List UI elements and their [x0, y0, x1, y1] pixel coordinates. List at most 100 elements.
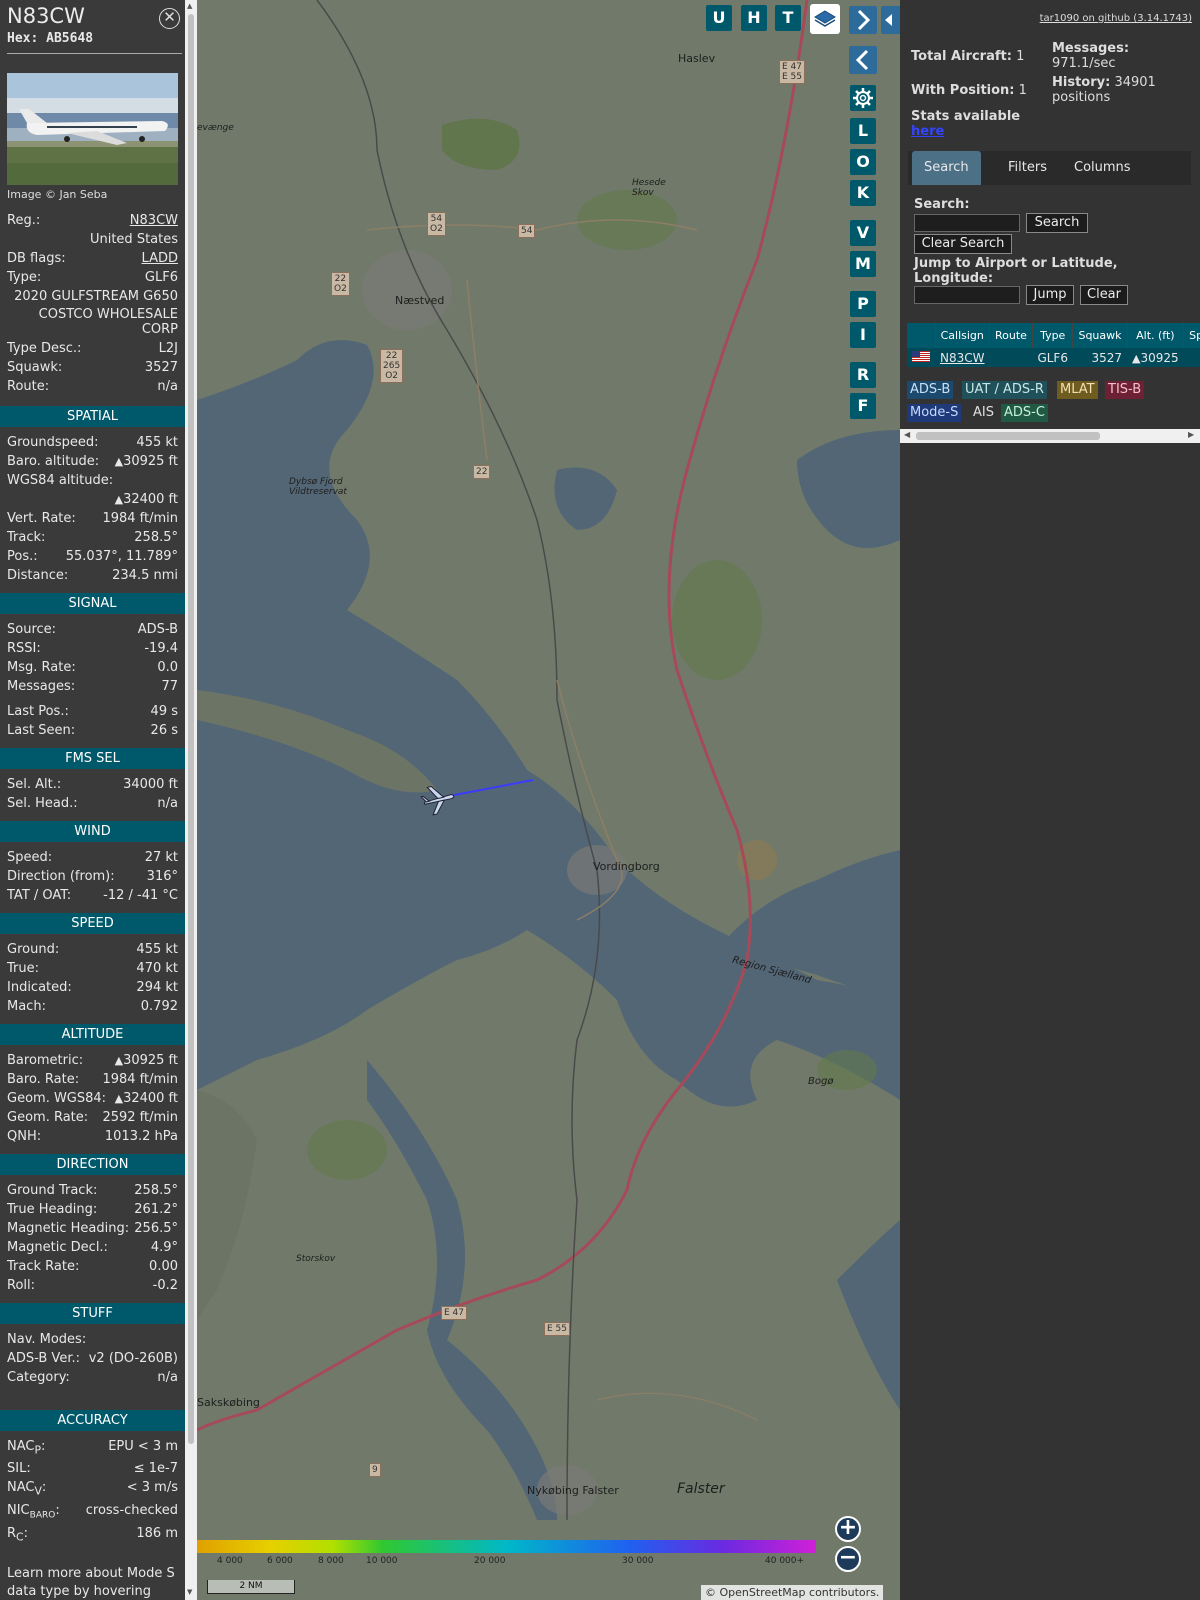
toggle-p-button[interactable]: P [850, 291, 876, 317]
jump-input[interactable] [914, 286, 1020, 304]
row-speed-ind: Indicated: 294 kt [7, 979, 178, 997]
table-row[interactable]: N83CW GLF6 3527 ▲30925 [907, 348, 1200, 367]
col-header-altitude[interactable]: Alt. (ft) [1127, 323, 1185, 348]
dbflags-link[interactable]: LADD [142, 250, 178, 268]
msgrate-value: 0.0 [157, 660, 178, 675]
jump-label: Jump to Airport or Latitude, Longitude: [914, 256, 1118, 286]
col-header-type[interactable]: Type [1032, 323, 1074, 348]
row-th: True Heading: 261.2° [7, 1201, 178, 1219]
badge-tisb[interactable]: TIS-B [1105, 381, 1145, 399]
place-label: Falster [677, 1481, 725, 1497]
search-input[interactable] [914, 214, 1020, 232]
section-speed: SPEED [0, 913, 185, 934]
split-toggle-button[interactable] [881, 6, 900, 34]
toggle-u-button[interactable]: U [706, 5, 732, 31]
hscroll-thumb[interactable] [916, 432, 1100, 440]
badge-adsc[interactable]: ADS-C [1001, 404, 1048, 422]
col-header-squawk[interactable]: Squawk [1072, 323, 1128, 348]
zoom-out-button[interactable]: − [835, 1546, 861, 1572]
total-aircraft: Total Aircraft: 1 [911, 49, 1024, 64]
badge-ais[interactable]: AIS [970, 404, 997, 422]
rssi-value: -19.4 [144, 641, 178, 656]
scroll-thumb[interactable] [188, 14, 194, 1444]
row-wgs-label: WGS84 altitude: [7, 472, 178, 490]
row-rc: RC: 186 m [7, 1525, 178, 1544]
toggle-v-button[interactable]: V [850, 220, 876, 246]
row-alt-geom-rate: Geom. Rate: 2592 ft/min [7, 1109, 178, 1127]
row-pos: Pos.: 55.037°, 11.789° [7, 548, 178, 566]
alt-baro-label: Barometric: [7, 1053, 84, 1068]
rc-label-text: R [7, 1526, 17, 1541]
search-label: Search: [914, 197, 970, 212]
stats-link[interactable]: here [911, 124, 944, 139]
toggle-o-button[interactable]: O [850, 149, 876, 175]
selhead-value: n/a [157, 796, 178, 811]
reg-link[interactable]: N83CW [130, 212, 178, 230]
expand-button[interactable] [849, 6, 877, 34]
photo-credit: Image © Jan Seba [7, 188, 108, 201]
mag-decl-label: Magnetic Decl.: [7, 1240, 108, 1255]
stats-available: Stats available here [911, 109, 1020, 139]
clear-button[interactable]: Clear [1080, 285, 1128, 305]
settings-button[interactable] [850, 85, 876, 111]
col-header-callsign[interactable]: Callsign [935, 323, 990, 348]
row-nicbaro: NICBARO: cross-checked [7, 1502, 178, 1521]
row-source: Source: ADS-B [7, 621, 178, 639]
row-selhead: Sel. Head.: n/a [7, 795, 178, 813]
toggle-l-button[interactable]: L [850, 118, 876, 144]
row-reg: Reg.: N83CW [7, 212, 178, 230]
tab-search[interactable]: Search [912, 151, 981, 185]
row-tr: Track Rate: 0.00 [7, 1258, 178, 1276]
scroll-up-icon[interactable]: ▲ [187, 2, 192, 10]
toggle-t-button[interactable]: T [775, 5, 801, 31]
toggle-r-button[interactable]: R [850, 362, 876, 388]
true-heading-label: True Heading: [7, 1202, 98, 1217]
scroll-down-icon[interactable]: ▼ [187, 1588, 192, 1596]
toggle-f-button[interactable]: F [850, 393, 876, 419]
jump-button[interactable]: Jump [1026, 285, 1074, 305]
layers-button[interactable] [810, 4, 840, 34]
search-button[interactable]: Search [1026, 213, 1088, 233]
col-header-route[interactable]: Route [989, 323, 1033, 348]
row-md: Magnetic Decl.: 4.9° [7, 1239, 178, 1257]
toggle-h-button[interactable]: H [741, 5, 767, 31]
toggle-k-button[interactable]: K [850, 180, 876, 206]
road-shield: E 47 E 55 [779, 60, 805, 84]
badge-modes[interactable]: Mode-S [907, 404, 962, 422]
msgrate-label: Msg. Rate: [7, 660, 76, 675]
row-typedesc: Type Desc.: L2J [7, 340, 178, 358]
github-link[interactable]: tar1090 on github (3.14.1743) [1040, 13, 1192, 24]
wind-speed-label: Speed: [7, 850, 53, 865]
callsign-cell[interactable]: N83CW [935, 348, 990, 367]
col-header-flag[interactable] [907, 323, 936, 348]
clear-search-button[interactable]: Clear Search [914, 234, 1012, 254]
col-header-speed[interactable]: Spd [1183, 323, 1200, 348]
road-shield: 22 265 O2 [380, 349, 404, 383]
scroll-right-icon[interactable]: ▶ [1188, 430, 1194, 439]
collapse-button[interactable] [849, 46, 877, 74]
tab-columns[interactable]: Columns [1062, 151, 1143, 185]
scroll-left-icon[interactable]: ◀ [904, 430, 910, 439]
badge-adsb[interactable]: ADS-B [907, 381, 954, 399]
row-wind-dir: Direction (from): 316° [7, 868, 178, 886]
map[interactable]: Haslev Næstved Hesede Skov Dybsø Fjord V… [197, 0, 900, 1600]
info-scrollbar[interactable]: ▲ ▼ [185, 0, 197, 1600]
badge-uat[interactable]: UAT / ADS-R [962, 381, 1047, 399]
zoom-in-button[interactable]: + [835, 1516, 861, 1542]
tab-filters[interactable]: Filters [996, 151, 1059, 185]
close-icon[interactable]: ✕ [159, 8, 180, 29]
alt-geom-rate-value: 2592 ft/min [102, 1110, 178, 1125]
row-track: Track: 258.5° [7, 529, 178, 547]
badge-mlat[interactable]: MLAT [1057, 381, 1098, 399]
aircraft-photo[interactable] [7, 73, 178, 185]
osm-link[interactable]: OpenStreetMap [720, 1586, 806, 1599]
row-gt: Ground Track: 258.5° [7, 1182, 178, 1200]
table-hscrollbar[interactable]: ◀ ▶ [900, 429, 1200, 443]
toggle-m-button[interactable]: M [850, 251, 876, 277]
row-alt-geom: Geom. WGS84: ▲32400 ft [7, 1090, 178, 1108]
row-adsb: ADS-B Ver.: v2 (DO-260B) [7, 1350, 178, 1368]
toggle-i-button[interactable]: I [850, 322, 876, 348]
alt-baro-rate-value: 1984 ft/min [102, 1072, 178, 1087]
place-label: Haslev [678, 52, 716, 65]
track-rate-value: 0.00 [149, 1259, 178, 1274]
